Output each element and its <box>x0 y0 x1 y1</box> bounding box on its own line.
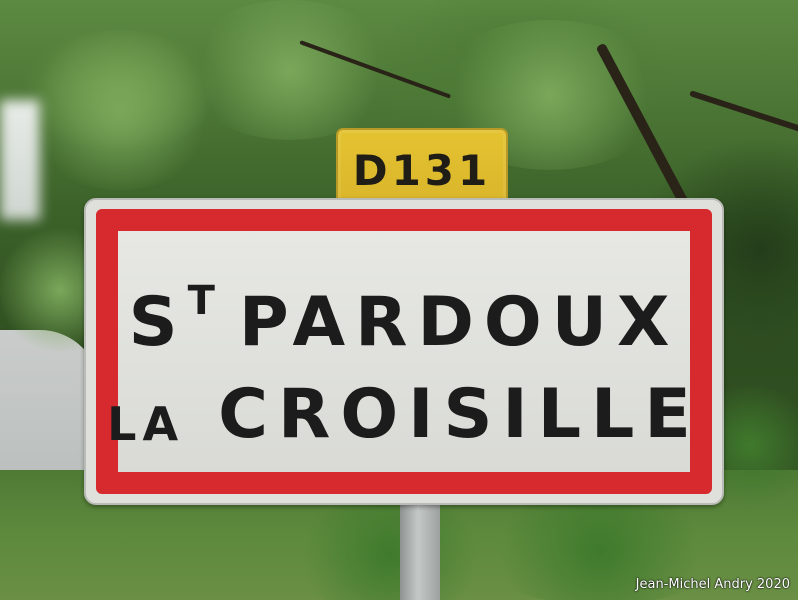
foliage <box>180 0 400 140</box>
town-name-line-2: LA CROISILLE <box>107 381 691 449</box>
sign-post <box>400 497 440 600</box>
photo-credit: Jean-Michel Andry 2020 <box>635 577 790 592</box>
branch <box>689 90 798 146</box>
town-name-part-2: CROISILLE <box>218 375 701 454</box>
article-la: LA <box>107 397 185 451</box>
fern <box>280 500 500 600</box>
road-number-text: D131 <box>352 145 492 195</box>
town-entry-sign: S T PARDOUX LA CROISILLE <box>84 198 724 505</box>
saint-abbrev: S <box>128 283 188 362</box>
sign-red-border: S T PARDOUX LA CROISILLE <box>96 209 712 494</box>
saint-abbrev-superscript: T <box>187 278 219 324</box>
town-name-part-1: PARDOUX <box>238 283 680 362</box>
town-name-line-1: S T PARDOUX <box>118 281 690 362</box>
